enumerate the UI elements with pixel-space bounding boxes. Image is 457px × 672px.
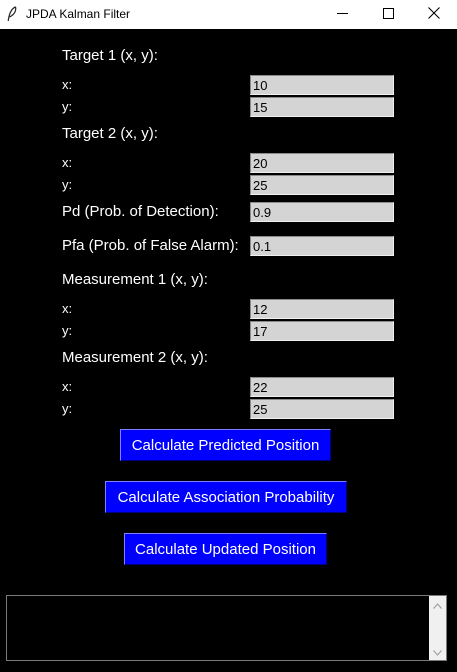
target1-y-input[interactable] bbox=[250, 97, 394, 117]
scroll-up-button[interactable] bbox=[429, 596, 446, 613]
calculate-updated-position-button[interactable]: Calculate Updated Position bbox=[124, 533, 327, 565]
measurement1-x-label: x: bbox=[62, 301, 73, 316]
app-window: JPDA Kalman Filter Target 1 (x, y): x: y… bbox=[0, 0, 457, 672]
target2-heading: Target 2 (x, y): bbox=[62, 125, 158, 142]
close-icon bbox=[428, 6, 440, 24]
pd-label: Pd (Prob. of Detection): bbox=[62, 203, 219, 220]
measurement2-x-input[interactable] bbox=[250, 377, 394, 397]
maximize-button[interactable] bbox=[365, 0, 411, 29]
measurement2-y-input[interactable] bbox=[250, 399, 394, 419]
target2-x-input[interactable] bbox=[250, 153, 394, 173]
output-text-area[interactable] bbox=[6, 595, 447, 661]
target2-x-label: x: bbox=[62, 155, 73, 170]
vertical-scrollbar[interactable] bbox=[429, 596, 446, 660]
scroll-down-button[interactable] bbox=[429, 643, 446, 660]
title-bar: JPDA Kalman Filter bbox=[0, 0, 457, 29]
measurement2-heading: Measurement 2 (x, y): bbox=[62, 349, 208, 366]
measurement2-y-label: y: bbox=[62, 401, 73, 416]
chevron-down-icon bbox=[433, 643, 442, 661]
calculate-predicted-position-button[interactable]: Calculate Predicted Position bbox=[120, 429, 331, 461]
calculate-association-probability-button[interactable]: Calculate Association Probability bbox=[105, 481, 347, 513]
target2-y-label: y: bbox=[62, 177, 73, 192]
target1-x-input[interactable] bbox=[250, 75, 394, 95]
minimize-button[interactable] bbox=[319, 0, 365, 29]
target1-y-label: y: bbox=[62, 99, 73, 114]
measurement1-heading: Measurement 1 (x, y): bbox=[62, 271, 208, 288]
measurement1-y-label: y: bbox=[62, 323, 73, 338]
pd-input[interactable] bbox=[250, 202, 394, 222]
minimize-icon bbox=[336, 6, 348, 24]
target1-heading: Target 1 (x, y): bbox=[62, 47, 158, 64]
pfa-label: Pfa (Prob. of False Alarm): bbox=[62, 237, 239, 254]
window-title: JPDA Kalman Filter bbox=[26, 7, 131, 21]
output-text bbox=[7, 596, 446, 600]
pfa-input[interactable] bbox=[250, 236, 394, 256]
measurement1-y-input[interactable] bbox=[250, 321, 394, 341]
target2-y-input[interactable] bbox=[250, 175, 394, 195]
chevron-up-icon bbox=[433, 596, 442, 614]
close-button[interactable] bbox=[411, 0, 457, 29]
measurement1-x-input[interactable] bbox=[250, 299, 394, 319]
measurement2-x-label: x: bbox=[62, 379, 73, 394]
maximize-icon bbox=[382, 6, 394, 24]
target1-x-label: x: bbox=[62, 77, 73, 92]
feather-icon bbox=[7, 6, 17, 22]
